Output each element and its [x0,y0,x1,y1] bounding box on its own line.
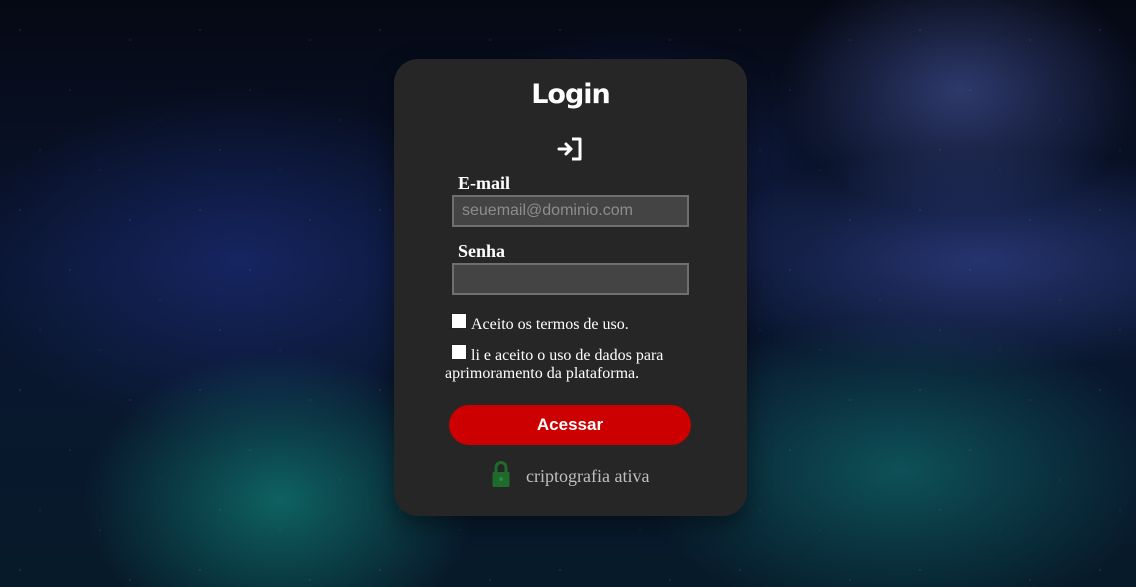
login-card: Login E-mail Senha Aceito os termos de u… [394,59,747,516]
data-usage-checkbox-label-line1: li e aceito o uso de dados para [471,347,664,364]
terms-checkbox-label: Aceito os termos de uso. [471,316,629,333]
submit-button[interactable]: Acessar [449,405,691,445]
data-usage-checkbox-label-line2: aprimoramento da plataforma. [445,365,640,382]
page-title: Login [531,79,611,110]
terms-checkbox[interactable] [451,313,467,329]
login-icon [557,137,582,161]
email-label: E-mail [458,173,510,193]
email-field[interactable] [452,195,689,227]
password-field[interactable] [452,263,689,295]
password-label: Senha [458,241,506,261]
data-usage-checkbox[interactable] [451,344,467,360]
security-status-text: criptografia ativa [526,466,650,486]
lock-icon [492,460,510,487]
